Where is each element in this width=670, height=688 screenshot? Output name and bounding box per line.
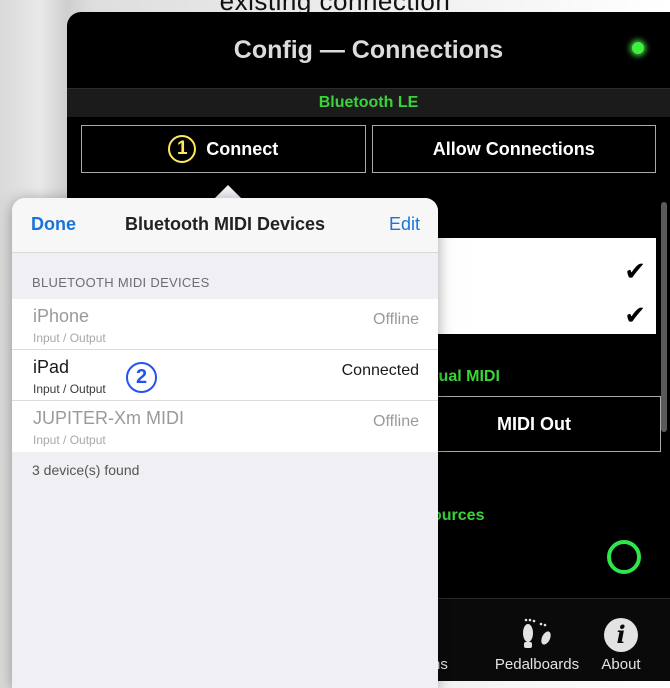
device-name: iPhone <box>33 306 90 326</box>
device-status: Offline <box>373 413 419 430</box>
app-header: Config — Connections <box>67 12 670 89</box>
section-sources: ources <box>432 507 485 524</box>
edit-button[interactable]: Edit <box>389 214 420 235</box>
device-row-iphone[interactable]: iPhone Input / Output Offline <box>12 299 438 350</box>
info-icon: i <box>604 618 638 652</box>
checkmark-icon[interactable]: ✔ <box>624 300 646 331</box>
tab-pedalboards[interactable]: Pedalboards <box>477 616 597 673</box>
device-name: iPad <box>33 357 70 377</box>
bluetooth-midi-popover: Done Bluetooth MIDI Devices Edit BLUETOO… <box>12 198 438 688</box>
tab-pedalboards-label: Pedalboards <box>494 656 580 673</box>
popover-arrow <box>214 185 242 199</box>
device-name: JUPITER-Xm MIDI <box>33 408 184 428</box>
status-led-icon <box>632 42 644 54</box>
section-header: BLUETOOTH MIDI DEVICES <box>32 275 210 290</box>
step-2-marker: 2 <box>126 362 157 393</box>
device-type: Input / Output <box>33 433 106 447</box>
device-type: Input / Output <box>33 382 106 396</box>
device-status: Offline <box>373 311 419 328</box>
step-1-marker: 1 <box>168 135 197 163</box>
device-status: Connected <box>341 362 419 379</box>
connect-label: Connect <box>206 138 279 159</box>
midi-out-button[interactable]: MIDI Out <box>407 396 661 452</box>
midi-out-label: MIDI Out <box>497 413 571 434</box>
popover-title: Bluetooth MIDI Devices <box>124 214 326 234</box>
scrollbar[interactable] <box>661 202 667 432</box>
page-title: Config — Connections <box>233 35 504 64</box>
popover-nav-bar: Done Bluetooth MIDI Devices Edit <box>12 198 438 253</box>
device-type: Input / Output <box>33 331 106 345</box>
connect-button[interactable]: 1 Connect <box>81 125 366 173</box>
tab-about-label: About <box>601 656 641 673</box>
checkmark-icon[interactable]: ✔ <box>624 256 646 287</box>
allow-connections-label: Allow Connections <box>432 138 595 159</box>
device-count: 3 device(s) found <box>32 462 140 478</box>
section-bluetooth-le: Bluetooth LE <box>67 89 670 117</box>
ble-button-row: 1 Connect Allow Connections <box>67 117 670 173</box>
device-row-ipad[interactable]: iPad Input / Output 2 Connected <box>12 350 438 401</box>
device-row-jupiter[interactable]: JUPITER-Xm MIDI Input / Output Offline <box>12 401 438 452</box>
activity-ring-icon[interactable] <box>607 540 641 574</box>
tab-about[interactable]: i About <box>593 618 649 673</box>
allow-connections-button[interactable]: Allow Connections <box>371 125 656 173</box>
footprints-icon <box>523 618 551 648</box>
device-list: iPhone Input / Output Offline iPad Input… <box>12 299 438 452</box>
